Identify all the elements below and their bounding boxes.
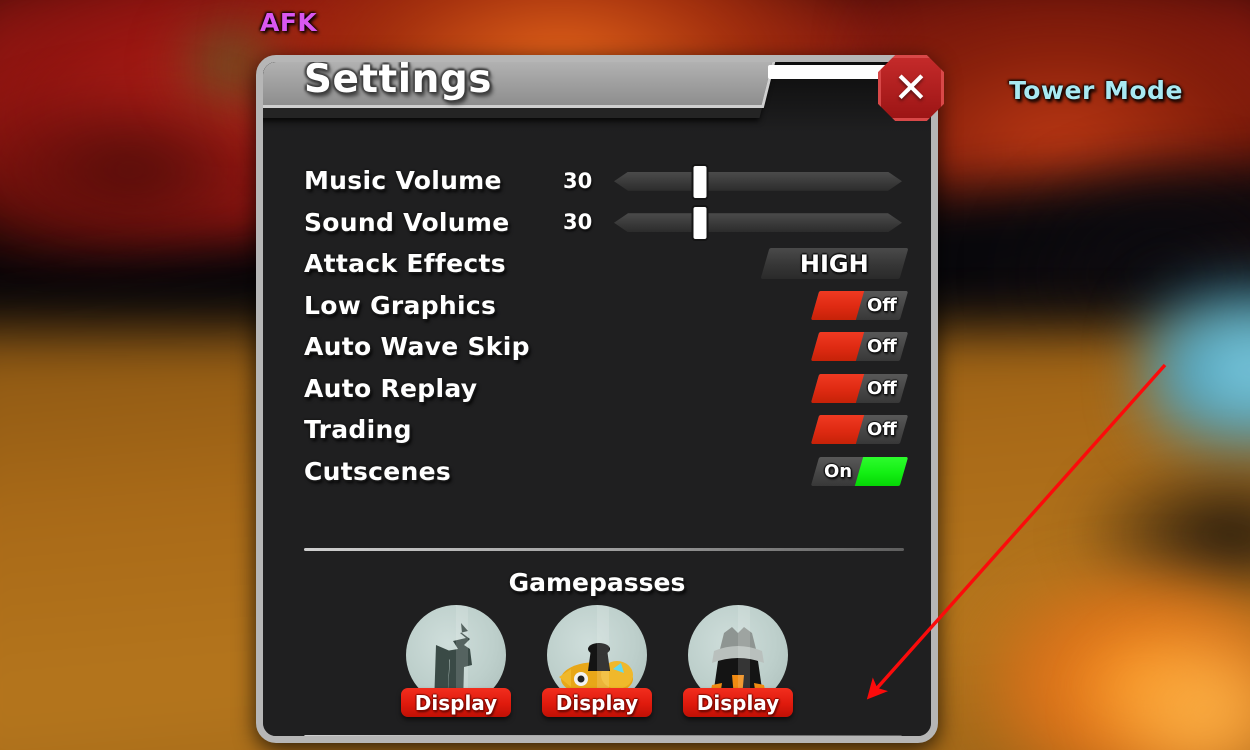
settings-row-label: Sound Volume: [304, 207, 510, 237]
section-divider-bottom: [304, 735, 902, 736]
toggle-state-label: On: [824, 460, 853, 482]
settings-row-control: HIGH: [760, 248, 909, 280]
gamepass-display-label: Display: [696, 690, 780, 715]
settings-row-control: On: [810, 456, 909, 486]
settings-panel: Settings Music Volume 30 Sound Volume 30 Att…: [256, 55, 938, 743]
settings-row: Attack Effects HIGH: [304, 243, 909, 285]
toggle-knob: [810, 373, 865, 403]
settings-row-control: Off: [810, 290, 909, 320]
settings-row-control: Off: [810, 332, 909, 362]
settings-row-label: Attack Effects: [304, 249, 506, 279]
settings-row: Cutscenes On: [304, 451, 909, 493]
toggle-knob: [810, 290, 865, 320]
slider-value: 30: [563, 210, 593, 235]
afk-status-label: AFK: [260, 8, 318, 37]
tower-mode-label: Tower Mode: [1009, 76, 1183, 105]
toggle-switch[interactable]: Off: [810, 415, 909, 445]
gamepass-item[interactable]: Display: [542, 605, 652, 717]
title-accent-bar: [768, 65, 888, 79]
gamepasses-heading: Gamepasses: [508, 568, 686, 597]
gamepass-item[interactable]: Display: [401, 605, 511, 717]
gamepass-display-button[interactable]: Display: [683, 688, 793, 717]
volume-slider[interactable]: [614, 205, 902, 242]
close-x-icon: ✕: [893, 63, 929, 112]
settings-row: Auto Replay Off: [304, 368, 909, 410]
toggle-state-label: Off: [867, 377, 897, 399]
gamepass-item[interactable]: Display: [683, 605, 793, 717]
background-left-dark: [0, 90, 300, 250]
gamepass-display-button[interactable]: Display: [401, 688, 511, 717]
close-button[interactable]: ✕: [878, 55, 944, 121]
toggle-state-label: Off: [867, 336, 897, 358]
title-banner: Settings: [263, 57, 779, 108]
settings-row: Trading Off: [304, 409, 909, 451]
slider-value: 30: [563, 168, 593, 193]
toggle-state-label: Off: [867, 294, 897, 316]
settings-row-label: Trading: [304, 415, 412, 445]
settings-row-list: Music Volume 30 Sound Volume 30 Attack Effec…: [304, 160, 909, 493]
toggle-switch[interactable]: Off: [810, 290, 909, 320]
gamepass-display-button[interactable]: Display: [542, 688, 652, 717]
background-cyan-glow: [1140, 275, 1250, 465]
gamepass-display-label: Display: [414, 690, 498, 715]
background-orange-glow-bottom2: [1090, 620, 1250, 750]
slider-thumb[interactable]: [691, 205, 709, 242]
settings-row-label: Low Graphics: [304, 290, 497, 320]
attack-effects-option-button[interactable]: HIGH: [760, 248, 909, 280]
section-divider-top: [304, 548, 904, 551]
toggle-state-label: Off: [867, 419, 897, 441]
toggle-switch[interactable]: On: [810, 456, 909, 486]
gamepass-display-label: Display: [555, 690, 639, 715]
settings-row-label: Music Volume: [304, 166, 502, 196]
toggle-knob: [810, 332, 865, 362]
settings-row: Low Graphics Off: [304, 285, 909, 327]
toggle-switch[interactable]: Off: [810, 332, 909, 362]
slider-track: [614, 213, 902, 232]
slider-thumb[interactable]: [691, 163, 709, 200]
settings-row-label: Cutscenes: [304, 456, 452, 486]
settings-row-label: Auto Replay: [304, 373, 478, 403]
volume-slider[interactable]: [614, 163, 902, 200]
settings-row: Music Volume 30: [304, 160, 904, 202]
toggle-switch[interactable]: Off: [810, 373, 909, 403]
settings-row-label: Auto Wave Skip: [304, 332, 530, 362]
settings-row: Auto Wave Skip Off: [304, 326, 909, 368]
option-value-label: HIGH: [800, 249, 869, 278]
settings-row-control: Off: [810, 415, 909, 445]
page-title: Settings: [303, 57, 492, 102]
toggle-knob: [854, 456, 909, 486]
settings-row: Sound Volume 30: [304, 202, 904, 244]
settings-row-control: Off: [810, 373, 909, 403]
toggle-knob: [810, 415, 865, 445]
slider-track: [614, 172, 902, 191]
gamepass-list: Display Display Display: [263, 605, 931, 717]
settings-panel-inner: Settings Music Volume 30 Sound Volume 30 Att…: [263, 62, 931, 736]
